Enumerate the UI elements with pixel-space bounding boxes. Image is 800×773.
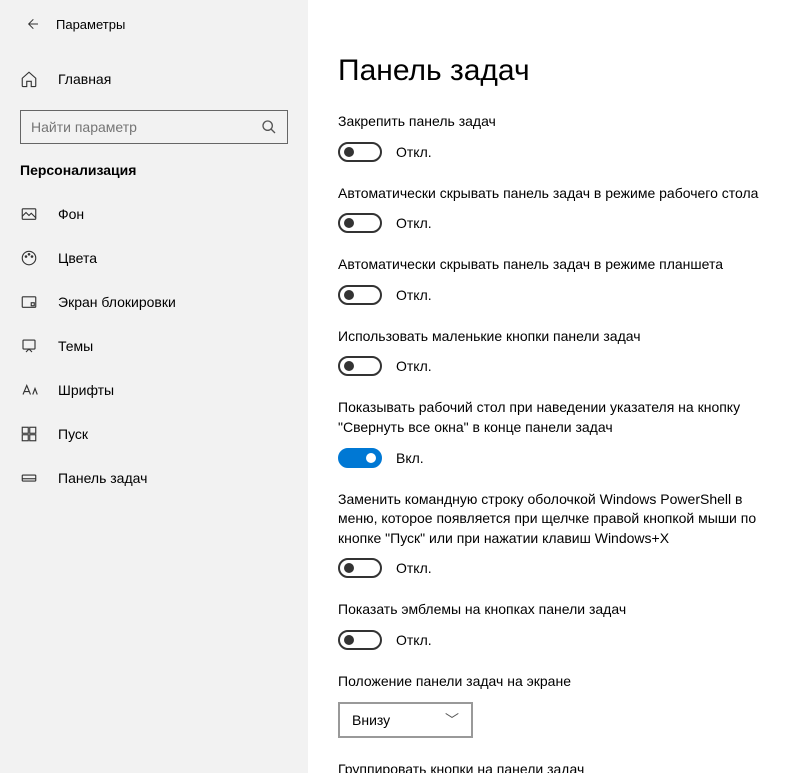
setting-3: Использовать маленькие кнопки панели зад… [338,327,780,377]
back-button[interactable] [20,12,44,36]
sidebar-item-label: Цвета [58,250,97,266]
toggle-row: Откл. [338,356,780,376]
toggle-row: Откл. [338,285,780,305]
sidebar-item-start[interactable]: Пуск [0,412,308,456]
setting-0: Закрепить панель задач Откл. [338,112,780,162]
taskbar-icon [20,469,38,487]
toggle-status: Откл. [396,560,432,576]
toggle-status: Откл. [396,144,432,160]
toggle-switch[interactable] [338,558,382,578]
sidebar: Параметры Главная Персонализация Фон Цве… [0,0,308,773]
sidebar-item-label: Панель задач [58,470,147,486]
toggle-switch[interactable] [338,356,382,376]
lockscreen-icon [20,293,38,311]
setting-2: Автоматически скрывать панель задач в ре… [338,255,780,305]
palette-icon [20,249,38,267]
toggle-knob [344,218,354,228]
dropdown-select[interactable]: Внизу ﹀ [338,702,473,738]
toggle-switch[interactable] [338,630,382,650]
toggle-row: Откл. [338,558,780,578]
setting-label: Автоматически скрывать панель задач в ре… [338,184,768,204]
setting-label: Показывать рабочий стол при наведении ук… [338,398,768,437]
dropdown-label: Группировать кнопки на панели задач [338,760,768,773]
toggle-status: Откл. [396,358,432,374]
setting-label: Закрепить панель задач [338,112,768,132]
start-icon [20,425,38,443]
search-box[interactable] [20,110,288,144]
toggle-knob [344,290,354,300]
toggle-status: Откл. [396,215,432,231]
toggle-status: Вкл. [396,450,424,466]
search-input[interactable] [31,119,261,135]
setting-4: Показывать рабочий стол при наведении ук… [338,398,780,467]
sidebar-item-taskbar[interactable]: Панель задач [0,456,308,500]
toggle-row: Откл. [338,630,780,650]
sidebar-home[interactable]: Главная [0,58,308,100]
arrow-left-icon [24,16,40,32]
search-icon [261,119,277,135]
toggle-switch[interactable] [338,448,382,468]
header-row: Параметры [0,0,308,48]
sidebar-item-label: Экран блокировки [58,294,176,310]
setting-label: Показать эмблемы на кнопках панели задач [338,600,768,620]
dropdown-setting-1: Группировать кнопки на панели задачВсегд… [338,760,780,773]
toggle-row: Откл. [338,213,780,233]
main-content: Панель задач Закрепить панель задач Откл.… [308,0,800,773]
picture-icon [20,205,38,223]
toggle-row: Откл. [338,142,780,162]
toggle-knob [344,635,354,645]
setting-5: Заменить командную строку оболочкой Wind… [338,490,780,579]
setting-6: Показать эмблемы на кнопках панели задач… [338,600,780,650]
page-title: Панель задач [338,54,780,88]
toggle-knob [344,361,354,371]
setting-1: Автоматически скрывать панель задач в ре… [338,184,780,234]
toggle-status: Откл. [396,632,432,648]
chevron-down-icon: ﹀ [445,710,459,730]
sidebar-item-colors[interactable]: Цвета [0,236,308,280]
dropdown-label: Положение панели задач на экране [338,672,768,692]
setting-label: Автоматически скрывать панель задач в ре… [338,255,768,275]
dropdown-value: Внизу [352,712,390,728]
sidebar-item-label: Темы [58,338,93,354]
toggle-knob [344,147,354,157]
toggle-switch[interactable] [338,213,382,233]
sidebar-item-fonts[interactable]: Шрифты [0,368,308,412]
dropdown-setting-0: Положение панели задач на экране Внизу ﹀ [338,672,780,738]
sidebar-item-themes[interactable]: Темы [0,324,308,368]
setting-label: Заменить командную строку оболочкой Wind… [338,490,768,549]
toggle-knob [366,453,376,463]
sidebar-home-label: Главная [58,71,111,87]
sidebar-item-background[interactable]: Фон [0,192,308,236]
sidebar-item-label: Шрифты [58,382,114,398]
toggle-switch[interactable] [338,285,382,305]
toggle-switch[interactable] [338,142,382,162]
sidebar-item-lockscreen[interactable]: Экран блокировки [0,280,308,324]
themes-icon [20,337,38,355]
toggle-status: Откл. [396,287,432,303]
app-title: Параметры [56,17,125,32]
home-icon [20,70,38,88]
toggle-row: Вкл. [338,448,780,468]
sidebar-item-label: Пуск [58,426,88,442]
sidebar-section-title: Персонализация [0,162,308,192]
fonts-icon [20,381,38,399]
setting-label: Использовать маленькие кнопки панели зад… [338,327,768,347]
toggle-knob [344,563,354,573]
sidebar-item-label: Фон [58,206,84,222]
